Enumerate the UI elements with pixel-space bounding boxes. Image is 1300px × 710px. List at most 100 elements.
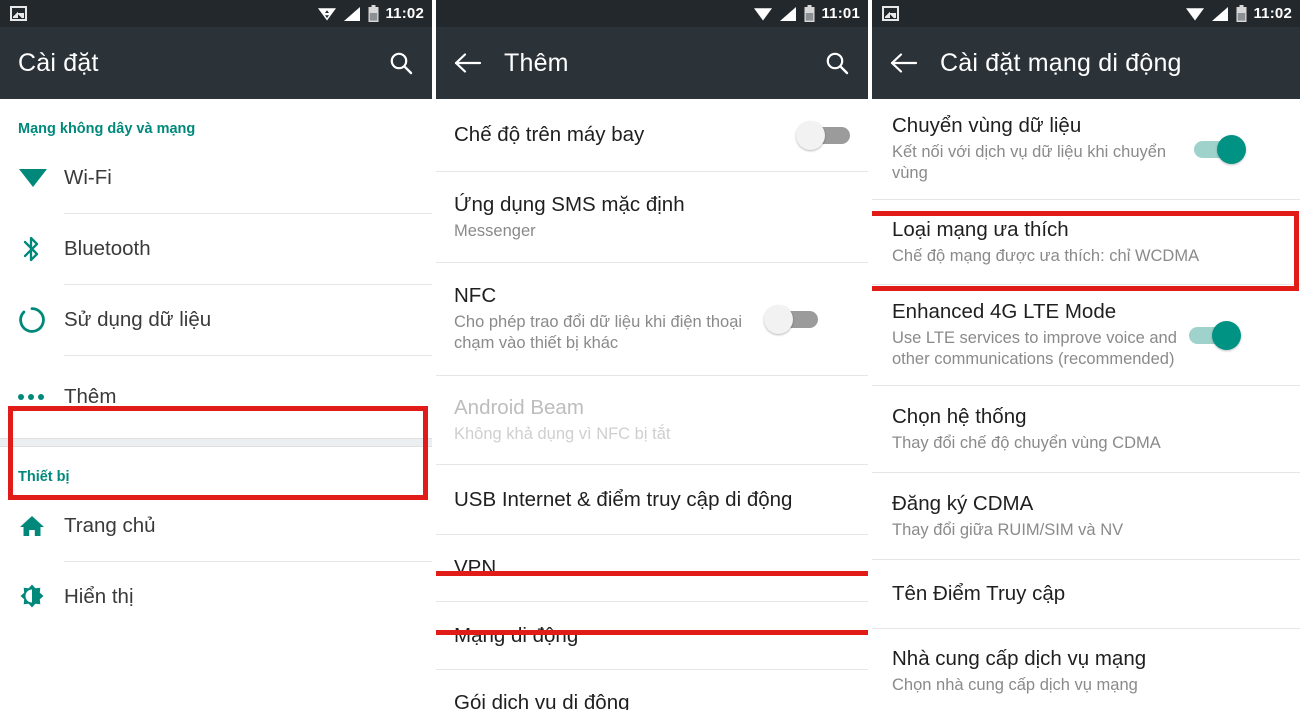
status-bar-system-icons: 11:02 bbox=[1185, 5, 1292, 22]
data-roaming-toggle[interactable] bbox=[1192, 134, 1248, 164]
search-button[interactable] bbox=[388, 50, 414, 76]
more-dots-icon bbox=[18, 394, 64, 400]
list-item-usb-internet-hotspot[interactable]: USB Internet & điểm truy cập di động bbox=[436, 465, 868, 534]
back-button[interactable] bbox=[890, 52, 918, 74]
list-item-enhanced-4g-lte-mode[interactable]: Enhanced 4G LTE Mode Use LTE services to… bbox=[872, 285, 1300, 385]
list-item-label: Bluetooth bbox=[64, 237, 151, 261]
wifi-icon bbox=[754, 7, 773, 20]
app-bar: Cài đặt mạng di động bbox=[872, 27, 1300, 99]
list-item-text: Chuyển vùng dữ liệu Kết nối với dịch vụ … bbox=[892, 100, 1182, 198]
list-item-more[interactable]: Thêm bbox=[0, 356, 432, 438]
signal-icon bbox=[1212, 6, 1229, 21]
list-item-system-select[interactable]: Chọn hệ thống Thay đổi chế độ chuyển vùn… bbox=[872, 386, 1300, 472]
list-item-text: Mạng di động bbox=[454, 610, 852, 662]
list-item-mobile-networks[interactable]: Mạng di động bbox=[436, 602, 868, 669]
list-item-text: VPN bbox=[454, 542, 852, 594]
status-bar-clock: 11:01 bbox=[821, 5, 860, 22]
list-item-text: Trang chủ bbox=[64, 500, 416, 552]
list-item-text: Enhanced 4G LTE Mode Use LTE services to… bbox=[892, 286, 1177, 384]
list-item-label: Android Beam bbox=[454, 395, 584, 419]
airplane-mode-toggle[interactable] bbox=[796, 120, 852, 150]
list-item-text: Sử dụng dữ liệu bbox=[64, 294, 416, 346]
toggle-knob bbox=[764, 305, 793, 334]
battery-icon bbox=[1236, 5, 1247, 22]
wifi-icon bbox=[18, 166, 64, 190]
status-bar: 11:01 bbox=[436, 0, 868, 27]
list-item-label: VPN bbox=[454, 556, 497, 580]
home-icon bbox=[18, 513, 64, 539]
status-bar: 11:02 bbox=[872, 0, 1300, 27]
list-item-text: Bluetooth bbox=[64, 223, 416, 275]
list-item-data-roaming[interactable]: Chuyển vùng dữ liệu Kết nối với dịch vụ … bbox=[872, 99, 1300, 199]
list-item-nfc[interactable]: NFC Cho phép trao đổi dữ liệu khi điện t… bbox=[436, 263, 868, 375]
bluetooth-icon bbox=[18, 234, 64, 264]
list-item-text: Chế độ trên máy bay bbox=[454, 109, 786, 161]
battery-icon bbox=[804, 5, 815, 22]
app-bar: Thêm bbox=[436, 27, 868, 99]
list-item-access-point-names[interactable]: Tên Điểm Truy cập bbox=[872, 560, 1300, 628]
status-bar-system-icons: 11:02 bbox=[317, 5, 424, 22]
list-item-data-usage[interactable]: Sử dụng dữ liệu bbox=[0, 285, 432, 355]
list-item-sublabel: Messenger bbox=[454, 221, 536, 240]
toggle-knob bbox=[1212, 321, 1241, 350]
toggle-knob bbox=[796, 121, 825, 150]
page-title: Thêm bbox=[504, 48, 569, 77]
mobile-network-settings-list: Chuyển vùng dữ liệu Kết nối với dịch vụ … bbox=[872, 99, 1300, 710]
list-item-cdma-subscription[interactable]: Đăng ký CDMA Thay đổi giữa RUIM/SIM và N… bbox=[872, 473, 1300, 559]
list-item-label: Thêm bbox=[64, 385, 117, 409]
list-item-vpn[interactable]: VPN bbox=[436, 535, 868, 601]
section-header-device: Thiết bị bbox=[18, 469, 70, 485]
list-item-label: USB Internet & điểm truy cập di động bbox=[454, 487, 793, 511]
list-item-text: Gói dịch vụ di động bbox=[454, 677, 852, 710]
list-item-text: Tên Điểm Truy cập bbox=[892, 568, 1284, 620]
nfc-toggle[interactable] bbox=[764, 304, 820, 334]
list-item-text: USB Internet & điểm truy cập di động bbox=[454, 474, 852, 526]
section-header-wireless: Mạng không dây và mạng bbox=[18, 121, 196, 137]
list-item-text: Hiển thị bbox=[64, 571, 416, 623]
list-item-label: Gói dịch vụ di động bbox=[454, 691, 630, 710]
list-item-bluetooth[interactable]: Bluetooth bbox=[0, 214, 432, 284]
list-item-sublabel: Không khả dụng vì NFC bị tắt bbox=[454, 424, 671, 443]
list-item-default-sms-app[interactable]: Ứng dụng SMS mặc định Messenger bbox=[436, 172, 868, 262]
list-item-label: NFC bbox=[454, 284, 497, 308]
section-separator bbox=[0, 438, 432, 447]
list-item-label: Enhanced 4G LTE Mode bbox=[892, 300, 1117, 324]
list-item-label: Chuyển vùng dữ liệu bbox=[892, 114, 1082, 138]
three-panel-screenshot: 11:02 Cài đặt Mạng không dây và mạng Wi-… bbox=[0, 0, 1300, 710]
arrow-back-icon bbox=[454, 53, 482, 73]
status-bar-clock: 11:02 bbox=[1253, 5, 1292, 22]
phone-screen-more: 11:01 Thêm Chế độ trên máy bay Ứng dụng … bbox=[436, 0, 868, 710]
list-item-text: Android Beam Không khả dụng vì NFC bị tắ… bbox=[454, 382, 852, 458]
more-settings-list: Chế độ trên máy bay Ứng dụng SMS mặc địn… bbox=[436, 99, 868, 710]
list-item-sublabel: Thay đổi chế độ chuyển vùng CDMA bbox=[892, 433, 1161, 452]
list-item-wifi[interactable]: Wi-Fi bbox=[0, 143, 432, 213]
list-item-label: Tên Điểm Truy cập bbox=[892, 582, 1066, 606]
status-bar-clock: 11:02 bbox=[385, 5, 424, 22]
phone-screen-mobile-network-settings: 11:02 Cài đặt mạng di động Chuyển vùng d… bbox=[872, 0, 1300, 710]
list-item-home[interactable]: Trang chủ bbox=[0, 491, 432, 561]
phone-screen-settings: 11:02 Cài đặt Mạng không dây và mạng Wi-… bbox=[0, 0, 432, 710]
list-item-text: Chọn hệ thống Thay đổi chế độ chuyển vùn… bbox=[892, 391, 1284, 467]
status-bar: 11:02 bbox=[0, 0, 432, 27]
signal-icon bbox=[780, 6, 797, 21]
search-icon bbox=[826, 52, 849, 75]
list-item-sublabel: Use LTE services to improve voice and ot… bbox=[892, 328, 1177, 369]
list-item-display[interactable]: Hiển thị bbox=[0, 562, 432, 632]
list-item-label: Ứng dụng SMS mặc định bbox=[454, 192, 685, 216]
search-button[interactable] bbox=[824, 50, 850, 76]
photo-icon bbox=[10, 6, 27, 21]
toggle-knob bbox=[1217, 135, 1246, 164]
list-item-text: Loại mạng ưa thích Chế độ mạng được ưa t… bbox=[892, 204, 1284, 280]
photo-icon bbox=[882, 6, 899, 21]
list-item-android-beam: Android Beam Không khả dụng vì NFC bị tắ… bbox=[436, 376, 868, 464]
list-item-network-operators[interactable]: Nhà cung cấp dịch vụ mạng Chọn nhà cung … bbox=[872, 629, 1300, 710]
list-item-airplane-mode[interactable]: Chế độ trên máy bay bbox=[436, 99, 868, 171]
list-item-sublabel: Thay đổi giữa RUIM/SIM và NV bbox=[892, 520, 1124, 539]
back-button[interactable] bbox=[454, 52, 482, 74]
page-title: Cài đặt bbox=[18, 48, 99, 77]
list-item-mobile-plan[interactable]: Gói dịch vụ di động bbox=[436, 670, 868, 710]
list-item-sublabel: Chọn nhà cung cấp dịch vụ mạng bbox=[892, 675, 1138, 694]
enhanced-4g-lte-toggle[interactable] bbox=[1187, 320, 1243, 350]
list-item-preferred-network-type[interactable]: Loại mạng ưa thích Chế độ mạng được ưa t… bbox=[872, 200, 1300, 284]
wifi-transfer-icon bbox=[318, 7, 337, 20]
